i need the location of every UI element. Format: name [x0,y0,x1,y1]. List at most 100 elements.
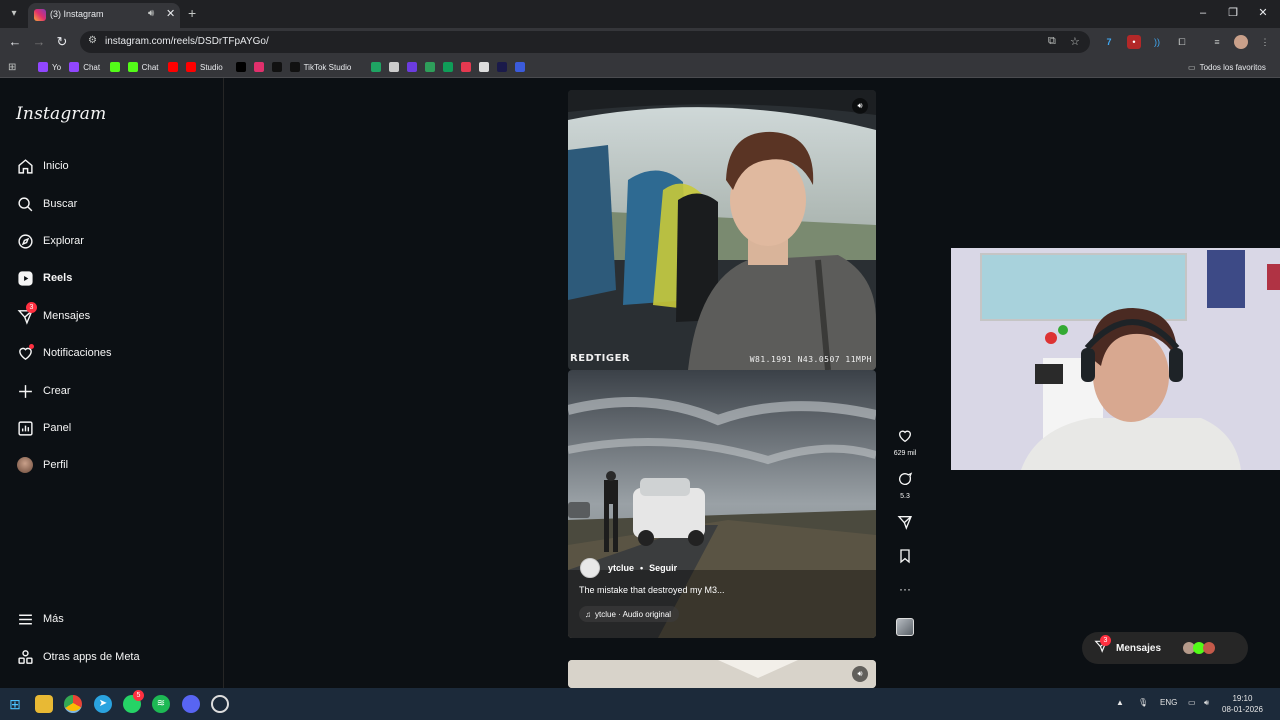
language-indicator[interactable]: ENG [1160,698,1177,707]
mute-toggle-icon[interactable]: 🔊︎ [852,666,868,682]
bookmark-item[interactable]: Yo [38,60,61,74]
bookmark-item[interactable]: Studio [186,60,223,74]
sidebar-item-mas[interactable]: Más [16,607,206,631]
bookmark-item[interactable] [168,60,182,74]
follow-button[interactable]: Seguir [649,563,677,573]
bookmark-item[interactable] [407,60,421,74]
clock[interactable]: 19:10 08-01-2026 [1222,693,1263,715]
extension-icon[interactable]: 7 [1102,35,1116,49]
folder-icon: ▭ [1188,62,1196,72]
bookmark-item[interactable] [371,60,385,74]
tab-close-icon[interactable]: ✕ [166,7,175,20]
bookmark-icon [900,549,910,564]
bookmark-star-icon[interactable]: ☆ [1070,35,1080,48]
bookmark-item[interactable]: TikTok Studio [289,60,351,74]
extension-wave-icon[interactable]: )) [1150,35,1164,49]
extensions-puzzle-icon[interactable]: ⧠ [1175,35,1189,49]
tab-search-icon[interactable]: ▾ [6,6,22,22]
save-button[interactable] [892,548,918,569]
new-tab-button[interactable]: + [188,5,196,21]
whatsapp-icon[interactable]: 5 [123,690,144,713]
tab-instagram[interactable]: (3) Instagram 🔊︎ ✕ [28,3,180,28]
youtube-studio-icon [186,62,196,72]
address-bar[interactable]: ⚙ instagram.com/reels/DSDrTFpAYGo/ ⧉ ☆ [80,31,1090,53]
messenger-icon: 3 [16,302,37,325]
app-icon [461,62,472,72]
discord-icon[interactable] [182,695,200,713]
sidebar-item-explorar[interactable]: Explorar [16,229,206,253]
bookmark-item[interactable]: Chat [127,60,159,74]
restore-button[interactable]: ❐ [1218,4,1248,22]
all-bookmarks-label: Todos los favoritos [1199,62,1266,72]
telegram-icon[interactable]: ➤ [94,695,112,713]
bookmark-item[interactable] [109,60,124,74]
all-bookmarks-folder[interactable]: ▭ Todos los favoritos [1188,60,1266,74]
microphone-icon[interactable]: 🎙︎ [1138,698,1148,707]
apps-grid-icon[interactable]: ⊞ [8,60,16,74]
more-options-icon[interactable]: ··· [892,583,918,595]
spotify-icon[interactable]: ≋ [152,695,170,713]
messages-pill[interactable]: 3 Mensajes [1082,632,1248,664]
audio-thumbnail[interactable] [892,618,918,641]
bookmark-item[interactable] [461,60,475,74]
share-button[interactable] [892,514,918,535]
sidebar-item-reels[interactable]: Reels [16,266,206,290]
tiktok-icon [271,62,282,72]
reel-video-main[interactable]: ytclue • Seguir The mistake that destroy… [568,370,876,638]
windows-start-icon[interactable]: ⊞ [6,695,24,713]
sidebar-item-panel[interactable]: Panel [16,416,206,440]
sidebar-item-buscar[interactable]: Buscar [16,192,206,216]
webcam-overlay [951,248,1280,470]
volume-icon[interactable]: 🔊︎ [1204,698,1209,708]
file-explorer-icon[interactable] [35,695,53,713]
forward-button[interactable]: → [30,33,48,51]
reel-audio-button[interactable]: ♫ ytclue · Audio original [579,606,680,622]
bookmark-item[interactable] [253,60,268,74]
sidebar-item-crear[interactable]: Crear [16,379,206,403]
plus-icon [16,382,34,400]
bookmark-item[interactable] [235,60,250,74]
bookmark-item[interactable] [443,60,457,74]
sidebar-item-notificaciones[interactable]: Notificaciones [16,341,206,365]
sidebar-item-meta-apps[interactable]: Otras apps de Meta [16,645,206,669]
menu-kebab-icon[interactable]: ⋮ [1258,35,1272,49]
instagram-page: Instagram Inicio Buscar Explorar Reels 3… [0,78,1280,688]
chrome-icon[interactable] [64,695,82,713]
chart-icon [16,419,34,437]
sidebar-item-mensajes[interactable]: 3 Mensajes [16,302,206,328]
comment-count: 5.3 [900,493,910,500]
back-button[interactable]: ← [6,33,24,51]
reel-video-dashcam[interactable]: 🔊︎ REDTIGER W81.1991 N43.0507 11MPH [568,90,876,370]
reel-caption[interactable]: The mistake that destroyed my M3... [579,585,725,595]
like-button[interactable]: 629 mil [892,428,918,457]
reload-button[interactable]: ↻ [53,33,71,51]
sidebar-item-perfil[interactable]: Perfil [16,453,206,477]
profile-avatar[interactable] [1234,35,1248,49]
reel-audio-label: ytclue · Audio original [595,609,672,619]
bookmark-item[interactable] [425,60,439,74]
site-info-icon[interactable]: ⚙ [88,35,97,46]
obs-icon[interactable] [211,695,229,713]
minimize-button[interactable]: – [1188,4,1218,22]
tab-media-icon[interactable]: ≡ [1210,35,1224,49]
reel-author-avatar[interactable] [580,558,600,578]
bookmark-item[interactable] [497,60,511,74]
tab-audio-icon[interactable]: 🔊︎ [148,8,154,19]
sidebar-item-label: Reels [43,272,73,284]
extension-badge-icon[interactable]: • [1127,35,1141,49]
close-window-button[interactable]: ✕ [1248,4,1278,22]
instagram-logo[interactable]: Instagram [16,104,106,124]
mute-toggle-icon[interactable]: 🔊︎ [852,98,868,114]
bookmark-item[interactable] [389,60,403,74]
bookmark-item[interactable] [271,60,286,74]
sidebar-item-inicio[interactable]: Inicio [16,154,206,178]
network-icon[interactable]: ▭ [1188,698,1196,707]
bookmark-item[interactable] [479,60,493,74]
reel-video-next[interactable]: 🔊︎ [568,660,876,688]
cast-icon[interactable]: ⧉ [1048,35,1056,48]
reel-username[interactable]: ytclue [608,563,634,573]
tray-overflow-icon[interactable]: ▲ [1116,698,1124,707]
bookmark-item[interactable] [515,60,529,74]
bookmark-item[interactable]: Chat [69,60,100,74]
comment-button[interactable]: 5.3 [892,471,918,500]
